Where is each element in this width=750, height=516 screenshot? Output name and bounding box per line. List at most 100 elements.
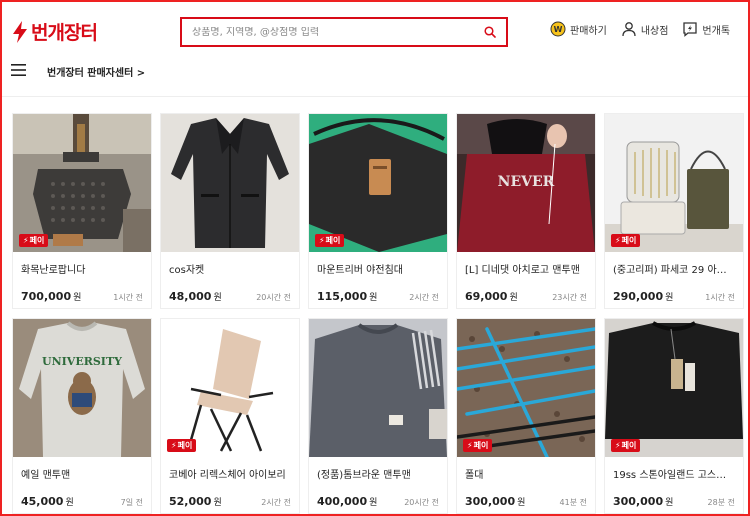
pay-badge-label: 페이 (29, 236, 45, 245)
product-time: 1시간 전 (705, 293, 735, 302)
product-card[interactable]: ⚡ 페이 코베아 리렉스체어 아이보리 52,000 원 2시간 전 (160, 318, 300, 514)
product-time: 1시간 전 (113, 293, 143, 302)
lightning-bolt-icon: ⚡ (171, 441, 177, 450)
product-image: ⚡ 페이 (161, 319, 299, 457)
price-unit: 원 (509, 293, 518, 303)
product-image: UNIVERSITY (13, 319, 151, 457)
product-price: 700,000 원 (21, 290, 81, 303)
price-value: 52,000 (169, 495, 212, 508)
pay-badge: ⚡ 페이 (611, 234, 641, 247)
sell-won-icon: W (550, 21, 566, 37)
svg-text:UNIVERSITY: UNIVERSITY (42, 355, 122, 368)
product-time: 2시간 전 (409, 293, 439, 302)
price-value: 69,000 (465, 290, 508, 303)
product-time: 41분 전 (559, 498, 587, 507)
pay-badge-label: 페이 (473, 441, 489, 450)
search-input[interactable] (192, 26, 484, 38)
price-unit: 원 (213, 498, 222, 508)
product-card[interactable]: cos자켓 48,000 원 20시간 전 (160, 113, 300, 309)
lightning-bolt-icon (13, 20, 27, 43)
price-value: 48,000 (169, 290, 212, 303)
lightning-bolt-icon: ⚡ (319, 236, 325, 245)
pay-badge: ⚡ 페이 (19, 234, 49, 247)
person-icon (622, 22, 636, 37)
price-value: 115,000 (317, 290, 368, 303)
product-price: 300,000 원 (465, 495, 525, 508)
product-time: 2시간 전 (261, 498, 291, 507)
product-card[interactable]: ⚡ 페이 19ss 스톤아일랜드 고스트피스 300,000 원 28분 전 (604, 318, 744, 514)
sell-button[interactable]: W 판매하기 (550, 21, 607, 37)
price-unit: 원 (369, 293, 378, 303)
product-time: 23시간 전 (552, 293, 587, 302)
product-image (309, 319, 447, 457)
product-time: 20시간 전 (256, 293, 291, 302)
logo[interactable]: 번개장터 (12, 18, 98, 45)
pay-badge: ⚡ 페이 (611, 439, 641, 452)
product-card[interactable]: ⚡ 페이 (중고리퍼) 파세코 29 아이보리 290,000 원 1시간 전 (604, 113, 744, 309)
product-title: cos자켓 (169, 265, 205, 275)
product-title: [L] 디네댓 아치로고 맨투맨 (465, 265, 580, 275)
product-card[interactable]: ⚡ 페이 폴대 300,000 원 41분 전 (456, 318, 596, 514)
product-card[interactable]: ⚡ 페이 마운트리버 야전침대 115,000 원 2시간 전 (308, 113, 448, 309)
product-card[interactable]: ⚡ 페이 화목난로팝니다 700,000 원 1시간 전 (12, 113, 152, 309)
lightning-bolt-icon: ⚡ (615, 441, 621, 450)
product-image: ⚡ 페이 (605, 319, 743, 457)
product-title: (중고리퍼) 파세코 29 아이보리 (613, 265, 735, 275)
product-card[interactable]: NEVER [L] 디네댓 아치로고 맨투맨 69,000 원 23시간 전 (456, 113, 596, 309)
product-price: 400,000 원 (317, 495, 377, 508)
product-title: (정품)톰브라운 맨투맨 (317, 470, 411, 480)
product-title: 마운트리버 야전침대 (317, 265, 403, 275)
my-shop-button[interactable]: 내상점 (621, 21, 669, 37)
product-title: 19ss 스톤아일랜드 고스트피스 (613, 470, 735, 480)
price-unit: 원 (65, 498, 74, 508)
product-price: 48,000 원 (169, 290, 222, 303)
product-time: 7일 전 (120, 498, 143, 507)
lightning-bolt-icon: ⚡ (615, 236, 621, 245)
lightning-bolt-icon: ⚡ (23, 236, 29, 245)
price-unit: 원 (213, 293, 222, 303)
pay-badge-label: 페이 (177, 441, 193, 450)
product-price: 52,000 원 (169, 495, 222, 508)
svg-text:NEVER: NEVER (498, 174, 555, 190)
my-shop-label: 내상점 (640, 25, 669, 37)
chat-bolt-icon (683, 22, 698, 37)
price-value: 300,000 (465, 495, 516, 508)
product-time: 28분 전 (707, 498, 735, 507)
pay-badge: ⚡ 페이 (463, 439, 493, 452)
sell-label: 판매하기 (570, 25, 607, 37)
product-price: 115,000 원 (317, 290, 377, 303)
product-title: 코베아 리렉스체어 아이보리 (169, 470, 286, 480)
product-image: ⚡ 페이 (605, 114, 743, 252)
price-value: 45,000 (21, 495, 64, 508)
product-grid: ⚡ 페이 화목난로팝니다 700,000 원 1시간 전 cos자켓 48,00… (12, 113, 744, 514)
product-card[interactable]: UNIVERSITY 예일 맨투맨 45,000 원 7일 전 (12, 318, 152, 514)
product-image: NEVER (457, 114, 595, 252)
product-image: ⚡ 페이 (457, 319, 595, 457)
price-unit: 원 (73, 293, 82, 303)
price-value: 400,000 (317, 495, 368, 508)
bungae-talk-label: 번개톡 (702, 25, 731, 37)
product-price: 290,000 원 (613, 290, 673, 303)
price-value: 290,000 (613, 290, 664, 303)
price-unit: 원 (665, 498, 674, 508)
product-price: 45,000 원 (21, 495, 74, 508)
product-price: 69,000 원 (465, 290, 518, 303)
product-card[interactable]: (정품)톰브라운 맨투맨 400,000 원 20시간 전 (308, 318, 448, 514)
product-image: ⚡ 페이 (309, 114, 447, 252)
seller-center-link[interactable]: 번개장터 판매자센터 > (47, 64, 145, 79)
search-bar[interactable] (180, 17, 508, 47)
product-image (161, 114, 299, 252)
product-title: 화목난로팝니다 (21, 265, 86, 275)
product-time: 20시간 전 (404, 498, 439, 507)
price-unit: 원 (665, 293, 674, 303)
hamburger-menu-icon[interactable] (11, 64, 26, 76)
pay-badge-label: 페이 (325, 236, 341, 245)
bungae-talk-button[interactable]: 번개톡 (682, 21, 730, 37)
price-value: 300,000 (613, 495, 664, 508)
product-title: 폴대 (465, 470, 484, 480)
product-image: ⚡ 페이 (13, 114, 151, 252)
pay-badge: ⚡ 페이 (315, 234, 345, 247)
header: 번개장터 W 판매하기 내상점 번개톡 (0, 0, 750, 97)
search-icon[interactable] (484, 26, 496, 38)
price-unit: 원 (369, 498, 378, 508)
